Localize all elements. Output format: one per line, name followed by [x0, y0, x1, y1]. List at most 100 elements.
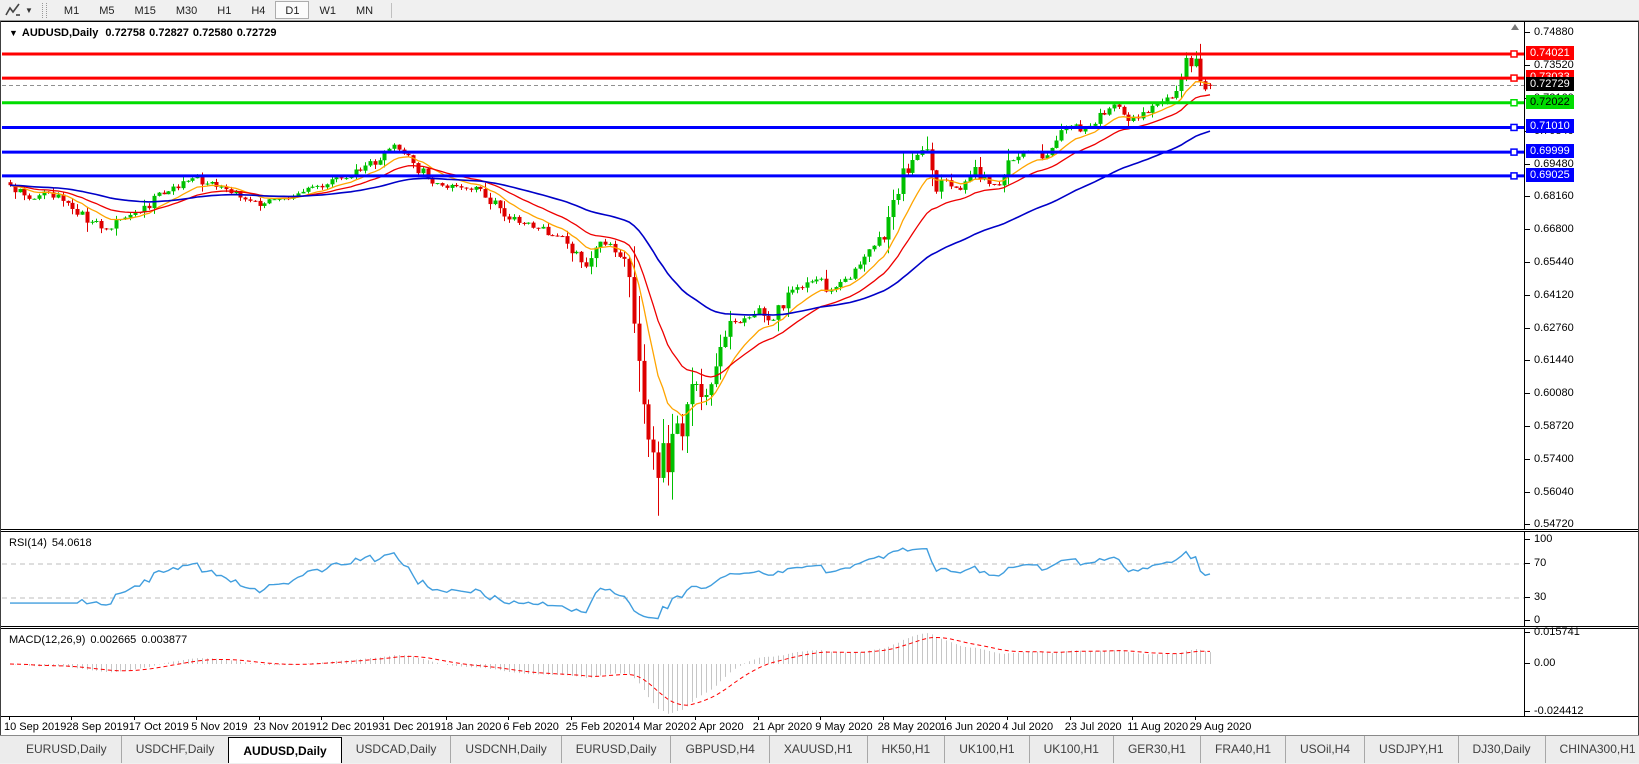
time-axis-label: 12 Dec 2019 [316, 721, 378, 733]
chart-tab-usdjpy-h1[interactable]: USDJPY,H1 [1364, 736, 1457, 763]
chart-symbol: AUDUSD,Daily [22, 27, 98, 39]
timeframe-button-m30[interactable]: M30 [166, 1, 207, 19]
rsi-plot[interactable] [2, 533, 1524, 627]
macd-axis-tick [1525, 711, 1530, 712]
time-axis-label: 23 Jul 2020 [1065, 721, 1122, 733]
chart-tab-china300-h1[interactable]: CHINA300,H1 [1545, 736, 1639, 763]
timeframe-button-m5[interactable]: M5 [89, 1, 124, 19]
ohlc-low: 0.72580 [193, 27, 233, 39]
time-axis-label: 23 Nov 2019 [254, 721, 316, 733]
price-axis-tick [1525, 492, 1530, 493]
macd-axis-tick-label: 0.015741 [1534, 626, 1580, 638]
chart-tab-hk50-h1[interactable]: HK50,H1 [867, 736, 945, 763]
price-axis-tick [1525, 393, 1530, 394]
time-axis-label: 5 Nov 2019 [191, 721, 247, 733]
candlestick-plot[interactable] [2, 23, 1524, 530]
time-axis-label: 25 Feb 2020 [566, 721, 628, 733]
chart-tool-caret-icon[interactable]: ▼ [25, 6, 33, 15]
macd-axis-tick-label: -0.024412 [1534, 705, 1584, 717]
time-axis-label: 9 May 2020 [815, 721, 872, 733]
chart-tab-uk100-h1[interactable]: UK100,H1 [1029, 736, 1113, 763]
price-axis-tick-label: 0.56040 [1534, 486, 1574, 498]
chart-tab-dj30-daily[interactable]: DJ30,Daily [1458, 736, 1545, 763]
time-axis-label: 18 Jan 2020 [441, 721, 502, 733]
time-axis-tick [446, 717, 447, 720]
timeframe-button-h4[interactable]: H4 [241, 1, 275, 19]
chart-shift-marker-icon[interactable] [1511, 24, 1519, 30]
chart-tab-uk100-h1[interactable]: UK100,H1 [944, 736, 1028, 763]
timeframe-button-group: M1M5M15M30H1H4D1W1MN [54, 1, 383, 19]
time-axis-label: 11 Aug 2020 [1127, 721, 1188, 733]
time-axis-tick [1132, 717, 1133, 720]
timeframe-button-m1[interactable]: M1 [54, 1, 89, 19]
rsi-axis: 10070300 [1525, 532, 1638, 626]
chart-tab-fra40-h1[interactable]: FRA40,H1 [1200, 736, 1285, 763]
rsi-axis-tick [1525, 597, 1530, 598]
price-axis-tick [1525, 65, 1530, 66]
price-axis-tick-label: 0.65440 [1534, 256, 1574, 268]
price-axis-tick-label: 0.58720 [1534, 420, 1574, 432]
chart-tab-usdcad-daily[interactable]: USDCAD,Daily [342, 736, 451, 763]
rsi-axis-tick-label: 0 [1534, 614, 1540, 626]
timeframe-button-d1[interactable]: D1 [275, 1, 309, 19]
chart-tab-gbpusd-h4[interactable]: GBPUSD,H4 [670, 736, 768, 763]
price-axis-tick [1525, 426, 1530, 427]
chart-tab-eurusd-daily[interactable]: EURUSD,Daily [561, 736, 671, 763]
price-axis-tick-label: 0.54720 [1534, 518, 1574, 530]
time-axis-label: 21 Apr 2020 [753, 721, 812, 733]
price-level-badge: 0.72729 [1526, 77, 1574, 91]
macd-panel[interactable]: MACD(12,26,9)0.0026650.003877 0.0157410.… [1, 628, 1638, 717]
macd-axis: 0.0157410.00-0.024412 [1525, 629, 1638, 716]
macd-axis-tick [1525, 663, 1530, 664]
price-level-badge: 0.71010 [1526, 119, 1574, 133]
price-axis-tick-label: 0.74880 [1534, 26, 1574, 38]
macd-plot[interactable] [2, 630, 1524, 717]
price-level-badge: 0.72022 [1526, 95, 1574, 109]
time-axis-label: 6 Feb 2020 [503, 721, 559, 733]
chart-tab-usdcnh-daily[interactable]: USDCNH,Daily [450, 736, 560, 763]
timeframe-button-m15[interactable]: M15 [124, 1, 165, 19]
ohlc-open: 0.72758 [105, 27, 145, 39]
chart-title-caret-icon[interactable]: ▼ [9, 28, 18, 38]
time-axis-label: 14 Mar 2020 [628, 721, 690, 733]
time-axis-tick [259, 717, 260, 720]
price-axis: 0.748800.735200.721600.708400.694800.681… [1525, 22, 1638, 529]
price-axis-tick [1525, 328, 1530, 329]
price-chart-panel[interactable]: ▼ AUDUSD,Daily 0.72758 0.72827 0.72580 0.727… [1, 21, 1638, 530]
price-level-badge: 0.69025 [1526, 168, 1574, 182]
toolbar-grip-handle[interactable] [42, 3, 47, 18]
time-axis-label: 17 Oct 2019 [129, 721, 189, 733]
timeframe-button-w1[interactable]: W1 [309, 1, 346, 19]
timeframe-button-h1[interactable]: H1 [207, 1, 241, 19]
chart-tab-xauusd-h1[interactable]: XAUUSD,H1 [769, 736, 867, 763]
ohlc-high: 0.72827 [149, 27, 189, 39]
time-axis-tick [883, 717, 884, 720]
chart-tab-usoil-h4[interactable]: USOil,H4 [1285, 736, 1364, 763]
price-axis-tick [1525, 459, 1530, 460]
rsi-axis-tick-label: 70 [1534, 557, 1546, 569]
time-axis: 10 Sep 201928 Sep 201917 Oct 20195 Nov 2… [1, 717, 1638, 735]
price-axis-tick-label: 0.66800 [1534, 223, 1574, 235]
chart-tab-usdchf-daily[interactable]: USDCHF,Daily [121, 736, 229, 763]
time-axis-label: 2 Apr 2020 [690, 721, 743, 733]
time-axis-label: 29 Aug 2020 [1190, 721, 1252, 733]
time-axis-tick [508, 717, 509, 720]
timeframe-button-mn[interactable]: MN [346, 1, 383, 19]
chart-tool-icon[interactable] [3, 2, 23, 18]
macd-name: MACD(12,26,9) [9, 634, 85, 646]
chart-tab-eurusd-daily[interactable]: EURUSD,Daily [12, 736, 121, 763]
rsi-panel[interactable]: RSI(14)54.0618 10070300 [1, 531, 1638, 627]
rsi-axis-tick [1525, 563, 1530, 564]
price-axis-tick [1525, 164, 1530, 165]
price-level-badge: 0.69999 [1526, 144, 1574, 158]
time-axis-tick [695, 717, 696, 720]
rsi-axis-tick-label: 100 [1534, 533, 1552, 545]
price-axis-tick [1525, 262, 1530, 263]
rsi-axis-tick [1525, 539, 1530, 540]
time-axis-label: 4 Jul 2020 [1002, 721, 1053, 733]
rsi-axis-tick [1525, 620, 1530, 621]
time-axis-label: 10 Sep 2019 [4, 721, 66, 733]
chart-tab-ger30-h1[interactable]: GER30,H1 [1113, 736, 1200, 763]
price-axis-tick-label: 0.68160 [1534, 190, 1574, 202]
chart-tab-audusd-daily[interactable]: AUDUSD,Daily [228, 737, 341, 763]
